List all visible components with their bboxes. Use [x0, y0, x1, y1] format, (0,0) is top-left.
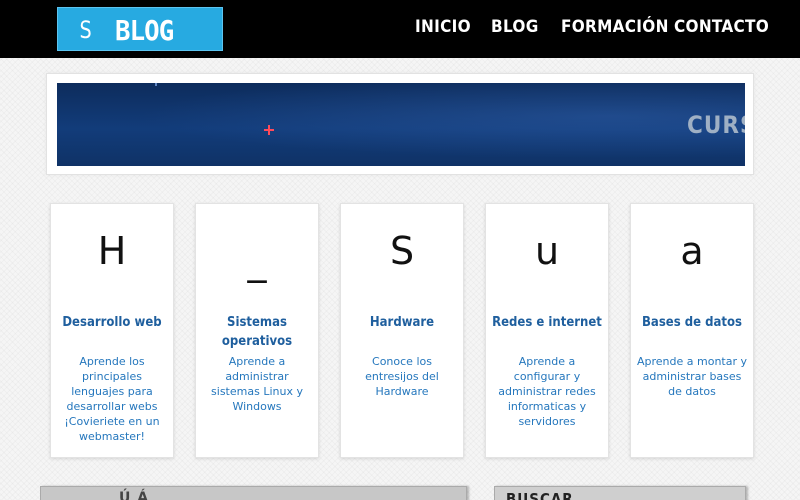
card-title[interactable]: Desarrollo web [55, 313, 169, 332]
top-navigation-bar: S BLOG INICIO BLOG FORMACIÓN CONTACTO [0, 0, 800, 58]
search-widget-title: BUSCAR [506, 490, 574, 500]
nav-blog[interactable]: BLOG [491, 17, 539, 37]
card-glyph-icon: _ [247, 239, 267, 283]
card-title[interactable]: Hardware [345, 313, 459, 332]
banner-slider[interactable]: CURSO [57, 83, 745, 166]
star-decoration [264, 125, 274, 135]
banner-text: CURSO [687, 111, 745, 139]
card-description: Aprende a configurar y administrar redes… [498, 355, 596, 428]
card-glyph-icon: u [534, 229, 560, 273]
logo-icon: S [79, 16, 92, 44]
card-description: Aprende a administrar sistemas Linux y W… [211, 355, 303, 413]
card-title[interactable]: Sistemas operativos [200, 313, 314, 351]
card-description: Aprende los principales lenguajes para d… [64, 355, 160, 443]
nav-formacion[interactable]: FORMACIÓN [561, 17, 669, 37]
card-glyph-icon: S [389, 229, 415, 273]
search-widget-header: BUSCAR [494, 486, 746, 500]
card-title[interactable]: Bases de datos [635, 313, 749, 332]
content-section-title: Ú Á [119, 490, 150, 500]
banner-frame: CURSO [46, 73, 754, 175]
card-description: Aprende a montar y administrar bases de … [637, 355, 748, 398]
card-description: Conoce los entresijos del Hardware [365, 355, 439, 398]
nav-contacto[interactable]: CONTACTO [674, 17, 769, 37]
card-bases-datos[interactable]: a Bases de datos Aprende a montar y admi… [630, 203, 754, 458]
card-glyph-icon: H [97, 229, 127, 273]
content-section-header: Ú Á [40, 486, 467, 500]
card-desarrollo-web[interactable]: H Desarrollo web Aprende los principales… [50, 203, 174, 458]
card-sistemas-operativos[interactable]: _ Sistemas operativos Aprende a administ… [195, 203, 319, 458]
star-decoration [152, 83, 160, 86]
card-glyph-icon: a [680, 229, 704, 273]
card-hardware[interactable]: S Hardware Conoce los entresijos del Har… [340, 203, 464, 458]
site-logo[interactable]: S BLOG [57, 7, 223, 51]
logo-text: BLOG [115, 14, 174, 47]
card-title[interactable]: Redes e internet [490, 313, 604, 332]
nav-inicio[interactable]: INICIO [415, 17, 471, 37]
card-redes-internet[interactable]: u Redes e internet Aprende a configurar … [485, 203, 609, 458]
